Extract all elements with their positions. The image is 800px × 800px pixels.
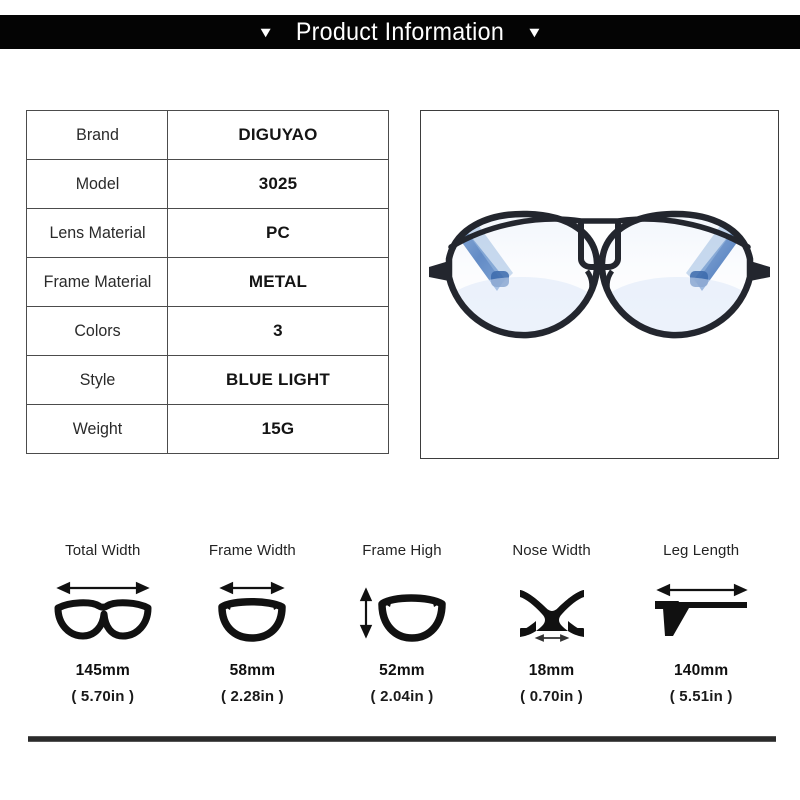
spec-label-style: Style — [28, 355, 166, 405]
table-row: Weight 15G — [27, 404, 389, 454]
measurement-label: Frame Width — [208, 542, 296, 559]
table-row: Model 3025 — [27, 159, 389, 209]
spec-value-frame-material: METAL — [167, 257, 389, 307]
table-row: Brand DIGUYAO — [27, 110, 389, 160]
spec-label-colors: Colors — [28, 306, 166, 356]
spec-label-weight: Weight — [28, 404, 166, 454]
measurement-total-width: Total Width 145mm ( 5.70in ) — [28, 540, 178, 710]
section-divider — [28, 736, 776, 742]
aviator-glasses-image — [429, 210, 770, 339]
measurement-frame-width: Frame Width 58mm ( 2.28in ) — [178, 540, 328, 710]
single-lens-height-icon — [346, 562, 458, 658]
spec-value-colors: 3 — [167, 306, 389, 356]
triangle-down-left-icon: ▼ — [257, 23, 275, 41]
measurement-inch: ( 2.04in ) — [370, 688, 434, 705]
temple-arm-icon — [645, 562, 757, 658]
spec-label-frame-material: Frame Material — [28, 257, 166, 307]
spec-label-model: Model — [28, 159, 166, 209]
spec-label-brand: Brand — [28, 110, 166, 160]
measurement-label: Nose Width — [512, 542, 591, 559]
nose-bridge-icon — [496, 562, 608, 658]
measurement-inch: ( 5.51in ) — [669, 688, 733, 705]
spec-value-style: BLUE LIGHT — [167, 355, 389, 405]
measurement-mm: 52mm — [379, 662, 425, 679]
specification-table: Brand DIGUYAO Model 3025 Lens Material P… — [26, 110, 389, 454]
measurement-mm: 18mm — [528, 662, 575, 679]
measurement-label: Total Width — [65, 542, 141, 559]
measurement-frame-high: Frame High 52mm ( 2.04in ) — [327, 540, 477, 710]
measurement-inch: ( 5.70in ) — [71, 688, 135, 705]
table-row: Colors 3 — [27, 306, 389, 356]
specification-table-body: Brand DIGUYAO Model 3025 Lens Material P… — [27, 110, 389, 454]
table-row: Frame Material METAL — [27, 257, 389, 307]
measurement-inch: ( 2.28in ) — [220, 688, 284, 705]
measurement-label: Leg Length — [663, 542, 740, 559]
measurement-mm: 145mm — [75, 662, 131, 679]
full-frame-width-icon — [47, 562, 159, 658]
measurement-inch: ( 0.70in ) — [520, 688, 583, 705]
page-header-banner: ▼ Product Information ▼ — [0, 15, 800, 49]
table-row: Lens Material PC — [27, 208, 389, 258]
single-lens-width-icon — [196, 562, 308, 658]
measurement-mm: 58mm — [229, 662, 276, 679]
measurement-mm: 140mm — [673, 662, 729, 679]
spec-label-lens-material: Lens Material — [28, 208, 166, 258]
spec-value-model: 3025 — [167, 159, 389, 209]
measurement-leg-length: Leg Length 140mm ( 5.51in ) — [626, 540, 776, 710]
spec-value-lens-material: PC — [167, 208, 389, 258]
page-title: Product Information — [295, 17, 505, 46]
spec-value-weight: 15G — [167, 404, 389, 454]
product-image-panel — [420, 110, 779, 459]
triangle-down-right-icon: ▼ — [525, 23, 543, 41]
measurements-section: Total Width 145mm ( 5.70in ) Frame Width — [28, 540, 776, 710]
spec-value-brand: DIGUYAO — [167, 110, 389, 160]
measurement-label: Frame High — [362, 542, 442, 559]
table-row: Style BLUE LIGHT — [27, 355, 389, 405]
measurement-nose-width: Nose Width 18mm ( 0.70in ) — [477, 540, 627, 710]
